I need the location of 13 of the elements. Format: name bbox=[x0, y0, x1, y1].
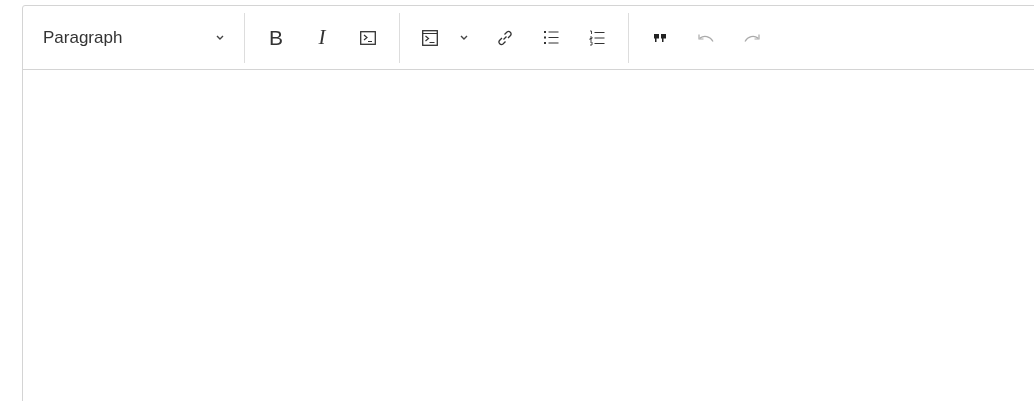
terminal-window-icon bbox=[422, 29, 438, 46]
redo-icon bbox=[743, 32, 761, 43]
terminal-icon bbox=[360, 30, 376, 45]
bulleted-list-icon bbox=[543, 30, 559, 45]
quote-icon bbox=[653, 32, 667, 43]
chevron-down-icon bbox=[216, 34, 224, 41]
chevron-down-icon bbox=[460, 34, 468, 41]
bold-button[interactable]: B bbox=[253, 19, 299, 56]
undo-icon bbox=[697, 32, 715, 43]
paragraph-dropdown[interactable]: Paragraph bbox=[32, 19, 236, 56]
numbered-list-icon bbox=[589, 29, 605, 46]
italic-button[interactable]: I bbox=[299, 19, 345, 56]
link-icon bbox=[496, 28, 514, 47]
